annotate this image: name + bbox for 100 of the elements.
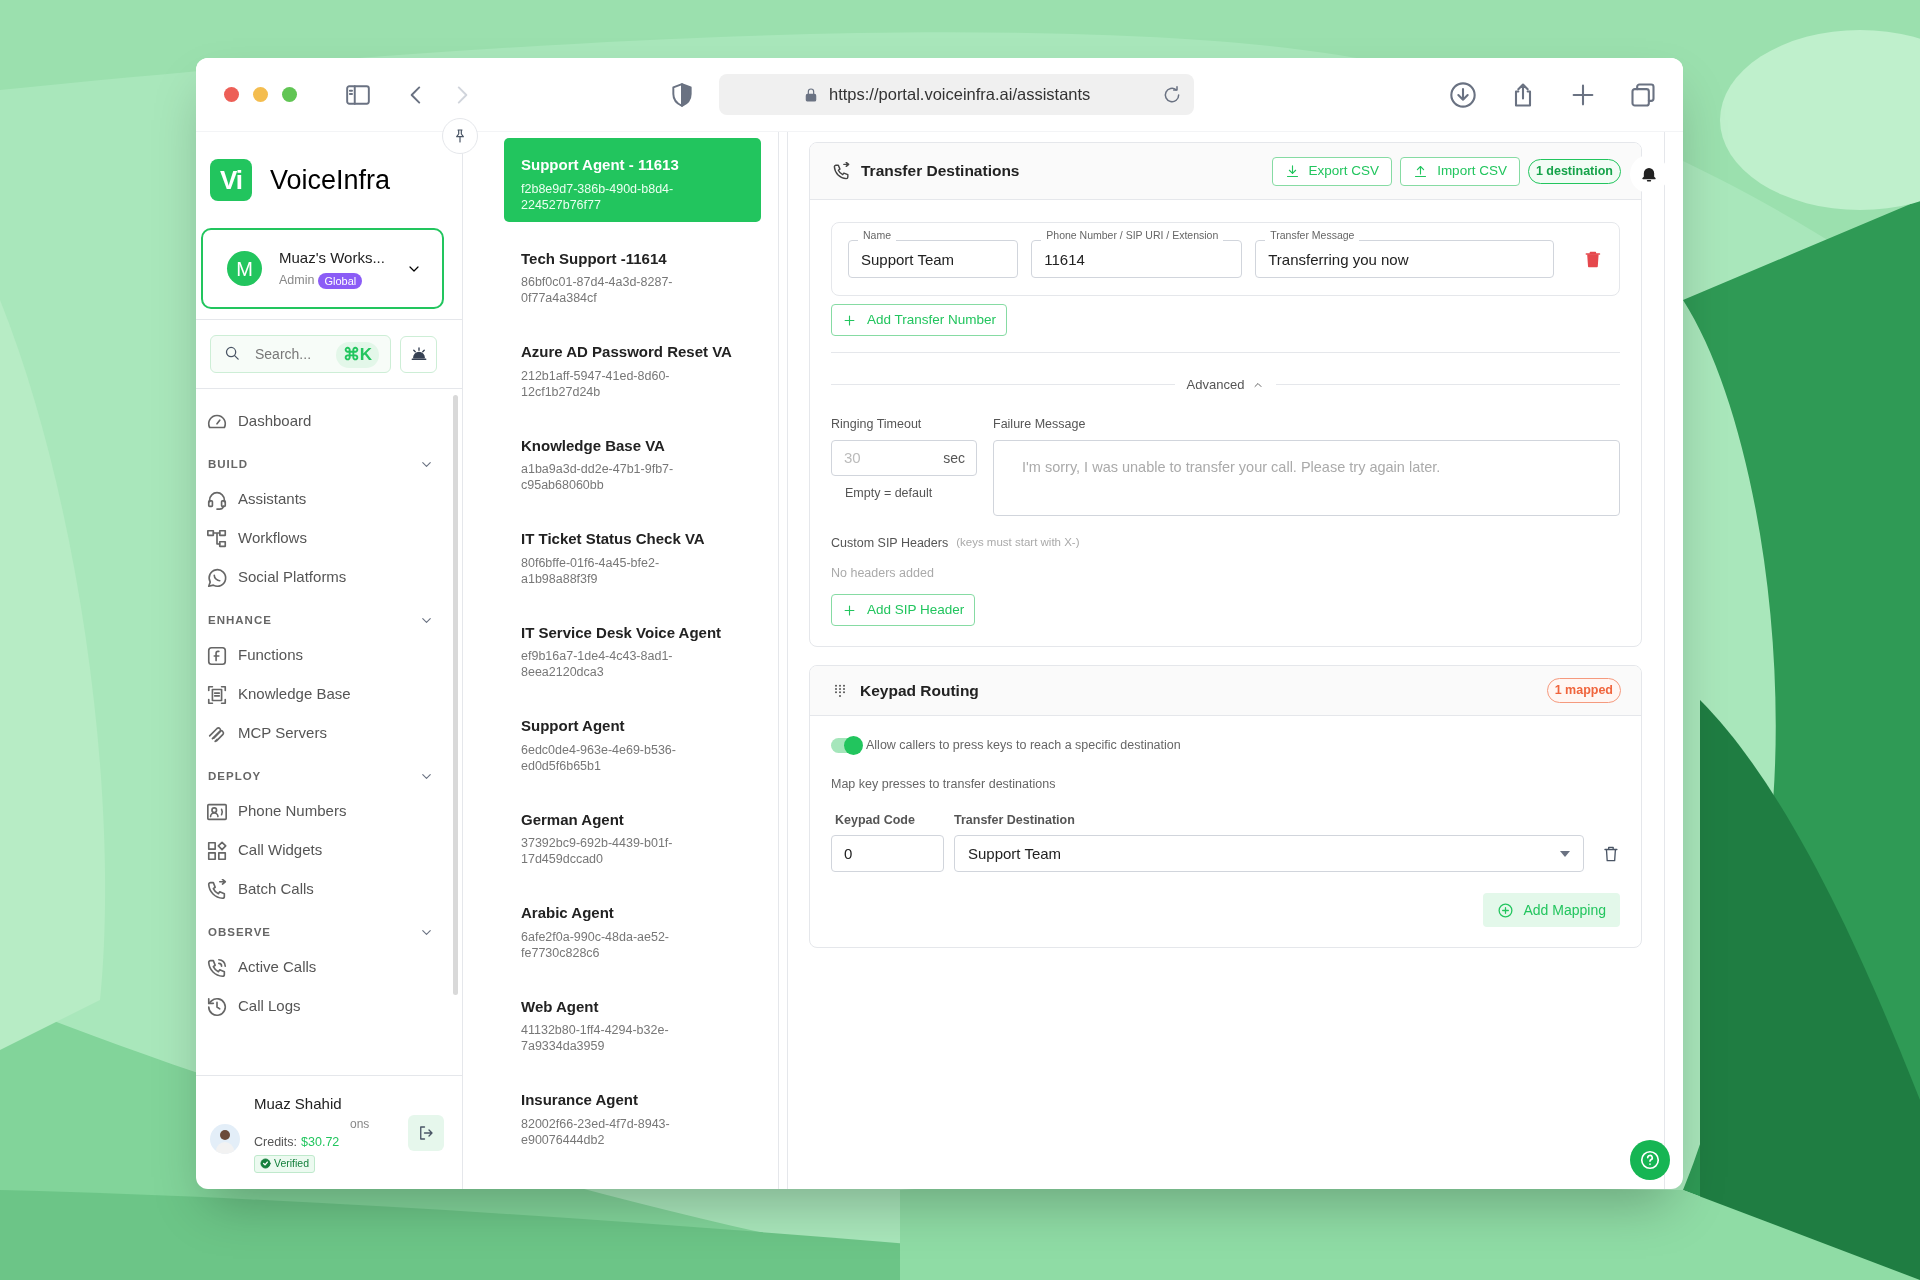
user-subtitle: ons — [349, 1116, 370, 1133]
assistant-name: Support Agent - 11613 — [521, 155, 680, 175]
phone-arrow-icon — [832, 161, 851, 181]
hint-text: (keys must start with X-) — [956, 535, 1080, 551]
logo: Vi — [210, 159, 252, 201]
workspace-switcher[interactable]: M Muaz's Works... Admin Global — [201, 228, 444, 309]
assistant-name: IT Ticket Status Check VA — [521, 529, 706, 549]
help-icon — [1639, 1149, 1661, 1171]
address-bar[interactable]: https://portal.voiceinfra.ai/assistants — [719, 74, 1194, 115]
assistant-id: ef9b16a7-1de4-4c43-8ad1-8eea2120dca3 — [521, 648, 674, 680]
assistant-name: Tech Support -11614 — [521, 248, 668, 269]
document-icon — [206, 683, 228, 706]
card-title: Keypad Routing — [860, 680, 979, 701]
download-icon[interactable] — [1449, 80, 1477, 109]
scope-badge: Global — [318, 272, 363, 289]
nav-item[interactable]: MCP Servers — [196, 714, 462, 753]
nav-item[interactable]: Phone Numbers — [196, 792, 462, 831]
help-button[interactable] — [1630, 1140, 1670, 1180]
reload-icon[interactable] — [1162, 84, 1182, 105]
assistant-id: 37392bc9-692b-4439-b01f-17d459dccad0 — [521, 835, 674, 867]
plus-icon — [842, 312, 857, 328]
assistant-id: 80f6bffe-01f6-4a45-bfe2-a1b98a88f3f9 — [521, 554, 661, 587]
assistant-id: 86bf0c01-87d4-4a3d-8287-0f77a4a384cf — [521, 274, 674, 306]
logout-button[interactable] — [408, 1114, 444, 1151]
sunrise-icon — [409, 345, 428, 363]
nav-item[interactable]: Call Logs — [196, 987, 462, 1026]
section-heading: OBSERVE — [208, 924, 272, 940]
assistant-name: Support Agent — [521, 716, 626, 736]
section-heading: ENHANCE — [208, 612, 272, 628]
assistant-id: 6afe2f0a-990c-48da-ae52-fe7730c828c6 — [521, 928, 671, 961]
credits-label: Credits: — [254, 1134, 298, 1151]
assistant-name: Web Agent — [521, 996, 600, 1017]
brand-name: VoiceInfra — [270, 163, 391, 197]
column-header: Keypad Code — [834, 811, 916, 829]
nav-item[interactable]: Functions — [196, 636, 462, 675]
toggle-switch[interactable] — [831, 737, 862, 753]
nav-item[interactable]: Social Platforms — [196, 558, 462, 597]
failure-message-field[interactable]: I'm sorry, I was unable to transfer your call. Please try again later. — [993, 439, 1620, 516]
hint-text: Empty = default — [844, 484, 934, 502]
download-icon — [1284, 163, 1300, 179]
nav-item[interactable]: Assistants — [196, 480, 462, 519]
name-field[interactable]: Support Team — [848, 240, 1019, 278]
plus-circle-icon — [1497, 901, 1515, 919]
credits-amount: $30.72 — [301, 1134, 340, 1151]
nav-item[interactable]: Dashboard — [196, 402, 462, 441]
card-title: Transfer Destinations — [861, 161, 1020, 182]
destination-dropdown[interactable]: Support Team — [954, 835, 1585, 873]
pin-button[interactable] — [442, 118, 478, 154]
advanced-toggle[interactable]: Advanced — [1186, 375, 1265, 395]
logout-icon — [417, 1123, 435, 1142]
history-icon — [206, 995, 228, 1018]
user-avatar — [210, 1123, 240, 1154]
scrollbar[interactable] — [453, 395, 458, 995]
field-label: Phone Number / SIP URI / Extension — [1041, 230, 1224, 241]
assistant-id: a1ba9a3d-dd2e-47b1-9fb7-c95ab68060bb — [521, 461, 675, 493]
empty-state-text: No headers added — [831, 565, 935, 583]
maximize-window-button[interactable] — [282, 87, 297, 102]
trash-icon[interactable] — [1583, 249, 1603, 269]
bell-icon — [1640, 165, 1658, 183]
destination-count-badge: 1 destination — [1527, 158, 1621, 184]
phone-arrow-icon — [206, 878, 228, 901]
trash-icon[interactable] — [1602, 844, 1620, 863]
plus-icon — [842, 602, 857, 618]
nav-item[interactable]: Call Widgets — [196, 831, 462, 870]
role-label: Admin — [279, 272, 315, 290]
close-window-button[interactable] — [224, 87, 239, 102]
lock-icon — [803, 86, 819, 103]
shield-icon[interactable] — [669, 81, 695, 108]
flowchart-icon — [206, 527, 228, 550]
nav-item[interactable]: Knowledge Base — [196, 675, 462, 714]
toggle-label: Allow callers to press keys to reach a specific destination — [866, 737, 1181, 754]
search-icon — [224, 345, 241, 362]
assistant-name: Arabic Agent — [521, 903, 615, 923]
assistant-name: Azure AD Password Reset VA — [521, 342, 733, 362]
nav-item[interactable]: Active Calls — [196, 948, 462, 987]
user-name: Muaz Shahid — [254, 1093, 343, 1114]
theme-button[interactable] — [400, 335, 437, 373]
field-label: Name — [858, 230, 896, 241]
unit-label: sec — [943, 448, 965, 468]
check-circle-icon — [260, 1158, 271, 1170]
message-field[interactable]: Transferring you now — [1255, 240, 1555, 278]
widgets-icon — [206, 839, 228, 862]
chat-bubble-icon — [206, 566, 228, 589]
nav-item[interactable]: Workflows — [196, 519, 462, 558]
assistant-id: f2b8e9d7-386b-490d-b8d4-224527b76f77 — [521, 180, 675, 213]
section-subtitle: Map key presses to transfer destinations — [831, 775, 1057, 793]
nav-item[interactable]: Batch Calls — [196, 870, 462, 909]
keypad-code-field[interactable]: 0 — [831, 835, 944, 873]
function-icon — [206, 644, 228, 667]
tabs-overview-icon[interactable] — [1629, 80, 1657, 109]
section-heading: DEPLOY — [208, 768, 262, 784]
field-label: Transfer Message — [1265, 230, 1360, 241]
assistant-id: 6edc0de4-963e-4e69-b536-ed0d5f6b65b1 — [521, 741, 677, 774]
dropdown-caret-icon — [1560, 850, 1571, 857]
assistant-id: 82002f66-23ed-4f7d-8943-e90076444db2 — [521, 1115, 671, 1148]
assistant-name: Knowledge Base VA — [521, 435, 666, 456]
verified-badge: Verified — [254, 1154, 316, 1173]
assistant-name: German Agent — [521, 809, 625, 830]
mapped-count-badge: 1 mapped — [1546, 678, 1621, 703]
field-label: Ringing Timeout — [831, 415, 923, 433]
